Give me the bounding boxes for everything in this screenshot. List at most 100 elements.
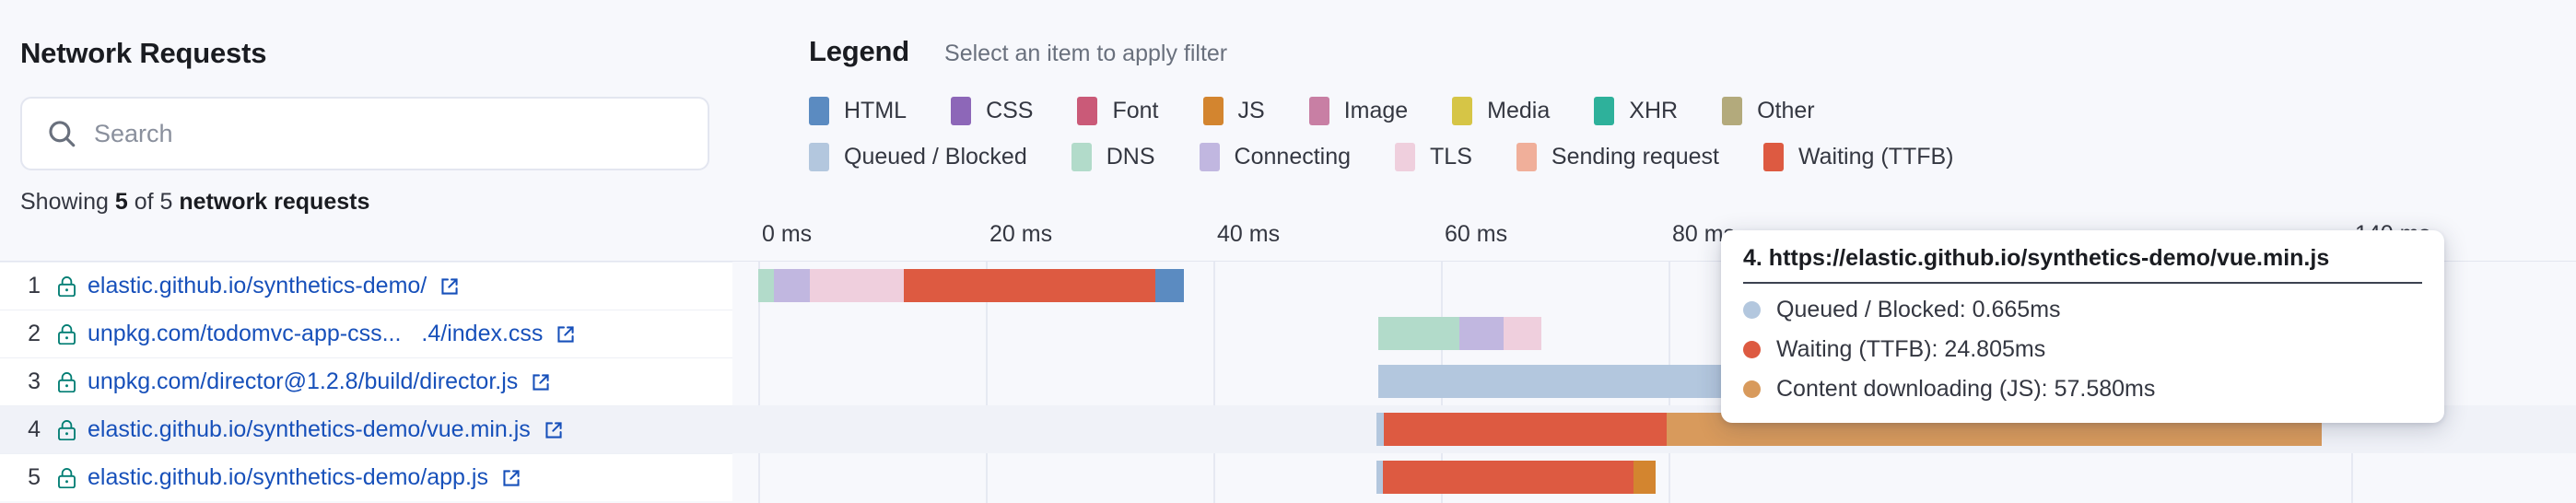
request-url-text: elastic.github.io/synthetics-demo/app.js	[88, 464, 488, 490]
tooltip-item: Queued / Blocked: 0.665ms	[1743, 297, 2422, 323]
legend-item-label: Connecting	[1235, 144, 1351, 170]
legend-item-js[interactable]: JS	[1203, 97, 1265, 125]
request-url-link[interactable]: elastic.github.io/synthetics-demo/app.js	[88, 464, 488, 491]
legend-item-label: XHR	[1629, 98, 1678, 124]
waterfall-bar[interactable]	[758, 269, 1184, 302]
request-index: 5	[0, 464, 41, 491]
external-link-icon[interactable]	[556, 324, 576, 345]
tooltip-item-label: Waiting (TTFB): 24.805ms	[1776, 336, 2045, 363]
waterfall-segment[interactable]	[1378, 365, 1742, 398]
showing-prefix: Showing	[20, 189, 115, 215]
request-url-link[interactable]: unpkg.com/director@1.2.8/build/director.…	[88, 368, 518, 395]
waterfall-segment[interactable]	[1155, 269, 1184, 302]
legend-item-css[interactable]: CSS	[951, 97, 1033, 125]
legend-row-mime-types: HTML CSS Font JS Image Media XHR Other	[809, 97, 1859, 125]
legend-item-sending-request[interactable]: Sending request	[1516, 143, 1719, 171]
request-row[interactable]: 2 unpkg.com/todomvc-app-css... .4/index.cs…	[0, 310, 732, 357]
waterfall-segment[interactable]	[904, 269, 1155, 302]
legend-item-label: CSS	[986, 98, 1033, 124]
legend-item-font[interactable]: Font	[1077, 97, 1158, 125]
legend-swatch-icon	[1200, 143, 1220, 171]
request-row[interactable]: 5 elastic.github.io/synthetics-demo/app.j…	[0, 453, 732, 501]
legend-swatch-icon	[1395, 143, 1415, 171]
request-url-text: elastic.github.io/synthetics-demo/	[88, 273, 427, 298]
waterfall-segment[interactable]	[1384, 413, 1666, 446]
legend-item-label: DNS	[1107, 144, 1155, 170]
waterfall-segment[interactable]	[1378, 317, 1459, 350]
axis-tick-label: 20 ms	[989, 221, 1052, 248]
legend-header: Legend Select an item to apply filter	[809, 35, 1227, 68]
waterfall-segment[interactable]	[1376, 461, 1383, 494]
waterfall-row[interactable]	[732, 453, 2576, 501]
request-url-link[interactable]: elastic.github.io/synthetics-demo/vue.mi…	[88, 416, 531, 443]
waterfall-segment[interactable]	[1459, 317, 1504, 350]
legend-item-connecting[interactable]: Connecting	[1200, 143, 1351, 171]
legend-swatch-icon	[1452, 97, 1472, 125]
legend-item-media[interactable]: Media	[1452, 97, 1550, 125]
request-url-link[interactable]: unpkg.com/todomvc-app-css... .4/index.css	[88, 321, 543, 347]
request-index: 4	[0, 416, 41, 443]
waterfall-segment[interactable]	[774, 269, 809, 302]
legend-swatch-icon	[1309, 97, 1329, 125]
legend-swatch-icon	[1071, 143, 1092, 171]
waterfall-bar[interactable]	[1376, 461, 1657, 494]
external-link-icon[interactable]	[531, 372, 551, 392]
waterfall-segment[interactable]	[1376, 413, 1385, 446]
legend-swatch-icon	[1722, 97, 1742, 125]
request-tooltip: 4. https://elastic.github.io/synthetics-…	[1721, 230, 2444, 423]
showing-count: 5	[115, 189, 128, 215]
axis-tick-label: 0 ms	[762, 221, 812, 248]
legend-item-dns[interactable]: DNS	[1071, 143, 1155, 171]
legend-swatch-icon	[1594, 97, 1614, 125]
legend-item-label: Sending request	[1551, 144, 1719, 170]
tooltip-color-dot-icon	[1743, 341, 1761, 358]
request-row[interactable]: 1 elastic.github.io/synthetics-demo/	[0, 262, 732, 310]
tooltip-items: Queued / Blocked: 0.665ms Waiting (TTFB):…	[1743, 297, 2422, 403]
request-row[interactable]: 4 elastic.github.io/synthetics-demo/vue.m…	[0, 405, 732, 453]
waterfall-segment[interactable]	[1504, 317, 1541, 350]
request-row[interactable]: 3unpkg.com/director@1.2.8/build/director…	[0, 357, 732, 405]
waterfall-segment[interactable]	[810, 269, 905, 302]
lock-icon	[57, 371, 76, 393]
tooltip-item: Content downloading (JS): 57.580ms	[1743, 376, 2422, 403]
request-url-link[interactable]: elastic.github.io/synthetics-demo/	[88, 273, 427, 299]
tooltip-item-label: Queued / Blocked: 0.665ms	[1776, 297, 2061, 323]
waterfall-bar[interactable]	[1378, 317, 1541, 350]
legend-item-other[interactable]: Other	[1722, 97, 1815, 125]
waterfall-segment[interactable]	[1383, 461, 1633, 494]
request-url-text: unpkg.com/director@1.2.8/build/director.…	[88, 368, 518, 394]
search-box[interactable]	[20, 97, 709, 170]
search-input[interactable]	[94, 120, 684, 148]
legend-swatch-icon	[1516, 143, 1537, 171]
legend-item-image[interactable]: Image	[1309, 97, 1408, 125]
waterfall-segment[interactable]	[1633, 461, 1657, 494]
legend-row-timings: Queued / Blocked DNS Connecting TLS Sending …	[809, 143, 1998, 171]
search-icon	[46, 118, 77, 149]
request-index: 1	[0, 273, 41, 299]
lock-icon	[57, 323, 76, 345]
axis-tick-label: 60 ms	[1445, 221, 1507, 248]
legend-item-xhr[interactable]: XHR	[1594, 97, 1678, 125]
external-link-icon[interactable]	[501, 468, 521, 488]
request-url-text: unpkg.com/todomvc-app-css...	[88, 321, 401, 346]
lock-icon	[57, 467, 76, 489]
request-index: 2	[0, 321, 41, 347]
request-url-tail: .4/index.css	[421, 321, 543, 346]
request-list: 1 elastic.github.io/synthetics-demo/2 unpk…	[0, 262, 732, 503]
legend-item-label: Font	[1112, 98, 1158, 124]
external-link-icon[interactable]	[544, 420, 564, 440]
request-url-text: elastic.github.io/synthetics-demo/vue.mi…	[88, 416, 531, 442]
legend-item-label: TLS	[1430, 144, 1472, 170]
network-requests-panel: Network Requests Showing 5 of 5 network …	[0, 0, 2576, 503]
axis-tick-label: 40 ms	[1217, 221, 1280, 248]
legend-item-html[interactable]: HTML	[809, 97, 907, 125]
legend-item-waiting-ttfb[interactable]: Waiting (TTFB)	[1763, 143, 1954, 171]
legend-item-label: JS	[1238, 98, 1265, 124]
tooltip-item: Waiting (TTFB): 24.805ms	[1743, 336, 2422, 363]
external-link-icon[interactable]	[439, 276, 460, 297]
legend-item-queued-blocked[interactable]: Queued / Blocked	[809, 143, 1027, 171]
legend-item-tls[interactable]: TLS	[1395, 143, 1472, 171]
legend-item-label: Other	[1757, 98, 1815, 124]
waterfall-segment[interactable]	[758, 269, 774, 302]
legend-swatch-icon	[809, 97, 829, 125]
